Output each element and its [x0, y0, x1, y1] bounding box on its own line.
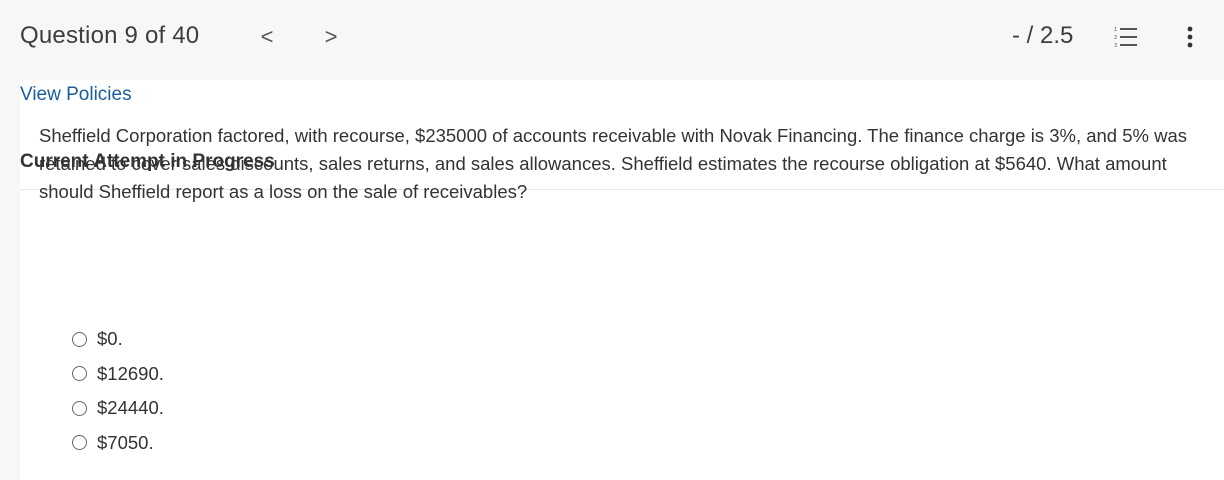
question-counter: Question 9 of 40: [20, 22, 200, 49]
question-text: Sheffield Corporation factored, with rec…: [39, 125, 1188, 202]
answer-option-label: $7050.: [97, 431, 154, 453]
svg-text:2: 2: [1114, 35, 1117, 41]
answer-option-label: $24440.: [97, 397, 164, 419]
radio-button[interactable]: [72, 400, 87, 416]
svg-text:3: 3: [1114, 43, 1117, 48]
answer-option-2[interactable]: $12690.: [72, 357, 164, 392]
previous-question-button[interactable]: <: [256, 24, 278, 50]
next-question-button[interactable]: >: [320, 24, 342, 50]
score-display: - / 2.5: [1012, 22, 1074, 49]
more-vertical-icon: [1187, 26, 1193, 48]
radio-button[interactable]: [72, 366, 87, 382]
chevron-left-icon: <: [260, 24, 274, 49]
more-options-button[interactable]: [1176, 22, 1204, 52]
answer-option-4[interactable]: $7050.: [72, 426, 164, 461]
numbered-list-icon: 1 2 3: [1114, 27, 1137, 48]
svg-text:1: 1: [1114, 27, 1117, 33]
answer-option-3[interactable]: $24440.: [72, 391, 164, 426]
radio-button[interactable]: [72, 435, 87, 451]
view-policies-link[interactable]: View Policies: [20, 84, 132, 106]
answer-option-label: $12690.: [97, 362, 164, 384]
answer-option-1[interactable]: $0.: [72, 322, 164, 357]
answer-option-label: $0.: [97, 328, 123, 350]
question-list-button[interactable]: 1 2 3: [1112, 22, 1140, 52]
radio-button[interactable]: [72, 331, 87, 347]
question-header: Question 9 of 40 < > - / 2.5 1 2 3: [0, 0, 1224, 80]
chevron-right-icon: >: [324, 24, 338, 49]
answer-options: $0. $12690. $24440. $7050.: [72, 322, 164, 460]
